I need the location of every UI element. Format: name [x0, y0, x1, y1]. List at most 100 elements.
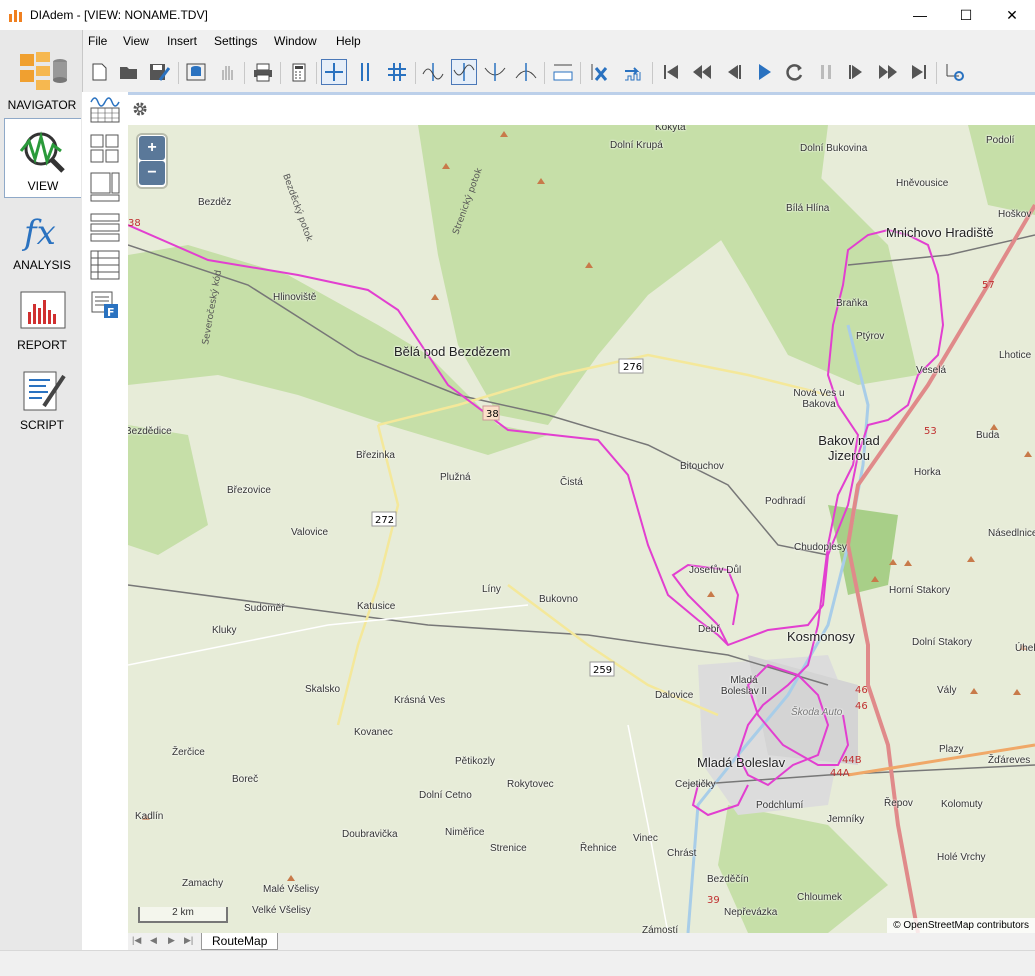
- road-number-53: 53: [924, 426, 937, 437]
- new-icon[interactable]: [86, 59, 112, 85]
- place-label: Veselá: [916, 365, 947, 376]
- menu-help[interactable]: Help: [336, 34, 361, 48]
- route-map[interactable]: 276 38 272 259 57 53 46 46 44B 44A 39 38…: [128, 125, 1035, 933]
- grid-cursor-icon[interactable]: [384, 59, 410, 85]
- place-label: Valovice: [291, 527, 329, 538]
- print-icon[interactable]: [250, 59, 276, 85]
- first-sheet-button[interactable]: |◀: [132, 935, 141, 946]
- calculator-icon[interactable]: [286, 59, 312, 85]
- hand-icon[interactable]: [214, 59, 240, 85]
- data-portal-icon[interactable]: [183, 59, 209, 85]
- toolbar-separator: [544, 62, 545, 84]
- play-icon[interactable]: [751, 59, 777, 85]
- band-cursor-icon[interactable]: [352, 59, 378, 85]
- scale-bar: 2 km: [138, 907, 228, 923]
- road-number-259: 259: [593, 665, 612, 676]
- pause-icon[interactable]: [813, 59, 839, 85]
- save-icon[interactable]: [146, 59, 172, 85]
- formula-layout-icon[interactable]: F: [90, 290, 120, 320]
- export-data-icon[interactable]: [620, 59, 646, 85]
- menu-insert[interactable]: Insert: [167, 34, 197, 48]
- diadem-app-icon: [9, 10, 22, 22]
- step-forward-icon[interactable]: [844, 59, 870, 85]
- fast-forward-icon[interactable]: [875, 59, 901, 85]
- layout-rows-icon[interactable]: [90, 212, 120, 242]
- fast-backward-icon[interactable]: [689, 59, 715, 85]
- road-number-44A: 44A: [830, 768, 850, 779]
- place-label: Horka: [914, 467, 941, 478]
- place-label: Hlinoviště: [273, 292, 317, 303]
- loop-icon[interactable]: [782, 59, 808, 85]
- main-toolbar: [82, 56, 1035, 90]
- max-cursor-icon[interactable]: [482, 59, 508, 85]
- sheet-tab-routemap[interactable]: RouteMap: [201, 933, 279, 950]
- layout-four-icon[interactable]: [90, 134, 120, 164]
- layout-list-icon[interactable]: [90, 250, 120, 280]
- nav-script[interactable]: SCRIPT: [4, 358, 80, 436]
- wave-cursor-icon[interactable]: [451, 59, 477, 85]
- place-label: Kluky: [212, 625, 237, 636]
- menu-window[interactable]: Window: [274, 34, 317, 48]
- forest-area: [128, 425, 208, 555]
- prev-sheet-button[interactable]: ◀: [150, 935, 157, 946]
- layout-toolbar: F: [82, 92, 128, 950]
- place-label: Zámostí: [642, 925, 679, 933]
- road-number-276: 276: [623, 362, 642, 373]
- place-label: Bezděčín: [707, 874, 749, 885]
- place-label: Chudoplesy: [794, 542, 847, 553]
- cursor-values-icon[interactable]: [550, 59, 576, 85]
- selection-strip: [128, 92, 1035, 95]
- toolbar-separator: [244, 62, 245, 84]
- nav-report[interactable]: REPORT: [4, 278, 80, 356]
- road-number-44B: 44B: [842, 755, 862, 766]
- place-label: Katusice: [357, 601, 396, 612]
- navigator-icon: [20, 52, 67, 90]
- go-to-start-icon[interactable]: [658, 59, 684, 85]
- zoom-out-button[interactable]: −: [139, 161, 165, 185]
- min-cursor-icon[interactable]: [513, 59, 539, 85]
- nav-analysis[interactable]: fx ANALYSIS: [4, 198, 80, 276]
- toolbar-separator: [580, 62, 581, 84]
- remove-cursor-icon[interactable]: [586, 59, 612, 85]
- zoom-control: + −: [138, 135, 166, 187]
- place-label: Jemníky: [827, 814, 865, 825]
- nav-label: REPORT: [17, 338, 67, 352]
- place-label: Kovanec: [354, 727, 393, 738]
- zoom-in-button[interactable]: +: [139, 136, 165, 160]
- view-icon: [19, 131, 65, 173]
- place-label: Řehnice: [580, 843, 617, 854]
- step-backward-icon[interactable]: [720, 59, 746, 85]
- open-icon[interactable]: [116, 59, 142, 85]
- last-sheet-button[interactable]: ▶|: [184, 935, 193, 946]
- next-sheet-button[interactable]: ▶: [168, 935, 175, 946]
- playback-settings-icon[interactable]: [942, 59, 968, 85]
- go-to-end-icon[interactable]: [906, 59, 932, 85]
- crosshair-cursor-icon[interactable]: [321, 59, 347, 85]
- nav-navigator[interactable]: NAVIGATOR: [4, 38, 80, 116]
- svg-text:fx: fx: [21, 213, 56, 253]
- place-label: Podchlumí: [756, 800, 804, 811]
- maximize-button[interactable]: ☐: [943, 0, 989, 30]
- menu-settings[interactable]: Settings: [214, 34, 257, 48]
- place-label: Bukovno: [539, 594, 578, 605]
- close-button[interactable]: ✕: [989, 0, 1035, 30]
- place-label: Líny: [482, 584, 501, 595]
- menu-file[interactable]: File: [88, 34, 107, 48]
- place-label: Násedlnice: [988, 528, 1035, 539]
- road-number-57: 57: [982, 280, 995, 291]
- curve-table-icon[interactable]: [90, 94, 120, 124]
- place-label: Pětikozly: [455, 756, 496, 767]
- place-label: Nová Ves u Bakova: [793, 388, 845, 410]
- window-title: DIAdem - [VIEW: NONAME.TDV]: [30, 8, 208, 22]
- nav-view[interactable]: VIEW: [4, 118, 81, 198]
- gear-icon[interactable]: [132, 101, 148, 117]
- peak-cursor-icon[interactable]: [420, 59, 446, 85]
- place-label: Ptýrov: [856, 331, 885, 342]
- menu-view[interactable]: View: [123, 34, 149, 48]
- road-number-46: 46: [855, 685, 868, 696]
- road-number-272: 272: [375, 515, 394, 526]
- status-bar: [0, 950, 1035, 976]
- layout-split-icon[interactable]: [90, 172, 120, 202]
- minimize-button[interactable]: —: [897, 0, 943, 30]
- place-label: Josefův Důl: [689, 565, 742, 576]
